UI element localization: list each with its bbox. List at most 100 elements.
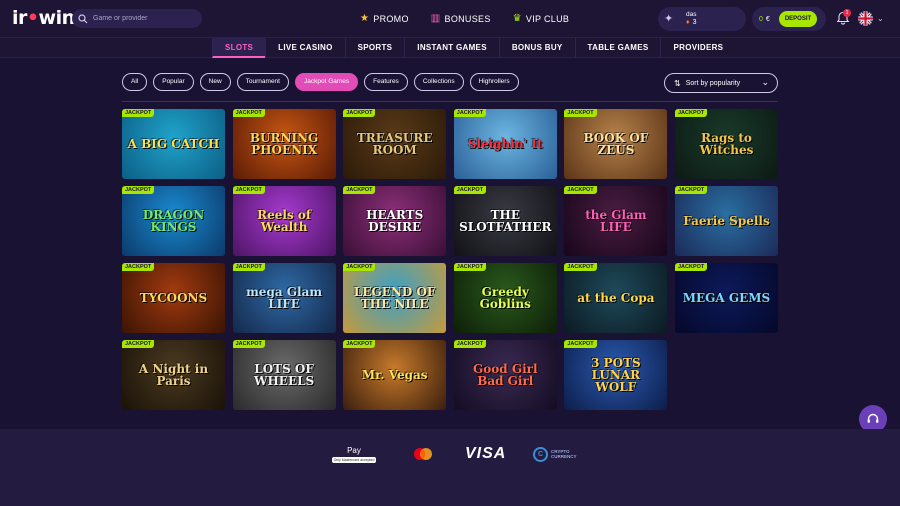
jackpot-badge: JACKPOT <box>564 186 597 194</box>
tab-slots[interactable]: SLOTS <box>212 38 266 58</box>
uk-flag-icon[interactable] <box>858 11 873 26</box>
game-title: A Night in Paris <box>138 362 209 388</box>
game-tile[interactable]: JACKPOT LEGEND OF THE NILE <box>343 263 447 333</box>
game-tile[interactable]: JACKPOT BURNING PHOENIX <box>232 109 336 179</box>
user-level: 3 <box>692 19 697 26</box>
jackpot-badge: JACKPOT <box>232 340 265 348</box>
chevron-down-icon: ⌄ <box>761 77 769 87</box>
search-box[interactable] <box>72 9 202 28</box>
category-nav: SLOTS LIVE CASINO SPORTS INSTANT GAMES B… <box>0 37 900 58</box>
game-tile[interactable]: JACKPOT A BIG CATCH <box>122 109 225 179</box>
jackpot-badge: JACKPOT <box>674 263 708 271</box>
game-tile[interactable]: JACKPOT Sleighin' It <box>453 109 557 179</box>
jackpot-badge: JACKPOT <box>564 109 597 117</box>
game-tile[interactable]: JACKPOT MEGA GEMS <box>674 263 778 333</box>
jackpot-badge: JACKPOT <box>232 186 265 194</box>
game-tile[interactable]: JACKPOT Greedy Goblins <box>453 263 557 333</box>
tab-providers[interactable]: PROVIDERS <box>660 38 735 58</box>
currency: € <box>765 15 770 23</box>
game-title: MEGA GEMS <box>682 291 771 305</box>
game-tile[interactable]: JACKPOT TYCOONS <box>122 263 225 333</box>
apple-pay-label: Pay <box>347 445 361 455</box>
jackpot-badge: JACKPOT <box>674 186 708 194</box>
headset-icon <box>867 413 879 423</box>
footer: Pay Only Mastercard accepted VISA C CRYP… <box>0 429 900 506</box>
tab-sports[interactable]: SPORTS <box>344 38 405 58</box>
nav-promo[interactable]: ★ PROMO <box>360 13 409 24</box>
game-title: 3 POTS LUNAR WOLF <box>591 356 641 394</box>
crypto-label-2: CURRENCY <box>551 454 577 459</box>
game-title: HEARTS DESIRE <box>366 208 424 234</box>
logo[interactable]: ir•win <box>12 7 75 29</box>
tab-table-games[interactable]: TABLE GAMES <box>574 38 661 58</box>
game-title: mega Glam LIFE <box>246 285 323 311</box>
game-title: Good Girl Bad Girl <box>473 362 538 388</box>
filter-new[interactable]: New <box>199 73 231 91</box>
chevron-down-icon[interactable]: ⌄ <box>877 14 884 23</box>
game-tile[interactable]: JACKPOT TREASURE ROOM <box>343 109 447 179</box>
game-tile[interactable]: JACKPOT Good Girl Bad Girl <box>453 340 557 410</box>
filter-features[interactable]: Features <box>364 73 408 91</box>
game-title: Reels of Wealth <box>257 208 312 234</box>
game-tile[interactable]: JACKPOT Reels of Wealth <box>232 186 336 256</box>
game-title: Mr. Vegas <box>361 368 428 382</box>
filter-tournament[interactable]: Tournament <box>236 73 289 91</box>
gift-icon: ▥ <box>430 13 441 24</box>
game-tile[interactable]: JACKPOT Faerie Spells <box>674 186 778 256</box>
tab-bonus-buy[interactable]: BONUS BUY <box>498 38 575 58</box>
nav-promo-label: PROMO <box>373 13 409 24</box>
tab-live-casino[interactable]: LIVE CASINO <box>265 38 344 58</box>
jackpot-badge: JACKPOT <box>564 340 597 348</box>
jackpot-badge: JACKPOT <box>674 109 708 117</box>
star-icon: ★ <box>360 13 370 24</box>
notification-badge: 1 <box>843 9 851 17</box>
game-tile[interactable]: JACKPOT 3 POTS LUNAR WOLF <box>564 340 668 410</box>
nav-vip-label: VIP CLUB <box>525 13 570 24</box>
filter-all[interactable]: All <box>122 73 148 91</box>
search-input[interactable] <box>93 15 193 22</box>
game-tile[interactable]: JACKPOT LOTS OF WHEELS <box>232 340 336 410</box>
mastercard-logo <box>412 442 434 466</box>
tab-instant-games[interactable]: INSTANT GAMES <box>404 38 499 58</box>
game-tile[interactable]: JACKPOT the Glam LIFE <box>564 186 668 256</box>
jackpot-badge: JACKPOT <box>122 263 155 271</box>
game-tile[interactable]: JACKPOT at the Copa <box>564 263 668 333</box>
game-title: THE SLOTFATHER <box>459 208 552 234</box>
filter-chips: All Popular New Tournament Jackpot Games… <box>122 73 519 91</box>
crown-icon: ♛ <box>512 13 522 24</box>
jackpot-badge: JACKPOT <box>453 263 487 271</box>
game-title: TYCOONS <box>139 291 208 305</box>
crypto-coin-icon: C <box>533 446 548 462</box>
game-title: Sleighin' It <box>467 137 543 151</box>
top-nav: ★ PROMO ▥ BONUSES ♛ VIP CLUB <box>360 0 569 37</box>
game-tile[interactable]: JACKPOT mega Glam LIFE <box>232 263 336 333</box>
filter-popular[interactable]: Popular <box>153 73 194 91</box>
jackpot-badge: JACKPOT <box>232 263 265 271</box>
crypto-currency-logo: C CRYPTO CURRENCY <box>533 442 577 466</box>
filter-jackpot-games[interactable]: Jackpot Games <box>294 73 359 91</box>
game-tile[interactable]: JACKPOT THE SLOTFATHER <box>453 186 557 256</box>
sort-icon: ⇅ <box>674 78 681 88</box>
nav-vip-club[interactable]: ♛ VIP CLUB <box>513 13 570 24</box>
game-tile[interactable]: JACKPOT A Night in Paris <box>122 340 225 410</box>
game-grid: JACKPOT A BIG CATCH JACKPOT BURNING PHOENIX… <box>122 109 778 410</box>
deposit-button[interactable]: DEPOSIT <box>778 11 818 27</box>
balance: 0 <box>759 15 763 23</box>
visa-logo: VISA <box>465 445 507 462</box>
game-tile[interactable]: JACKPOT DRAGON KINGS <box>122 186 225 256</box>
apple-pay-note: Only Mastercard accepted <box>331 456 377 463</box>
game-tile[interactable]: JACKPOT HEARTS DESIRE <box>343 186 447 256</box>
divider <box>122 101 778 102</box>
sort-dropdown[interactable]: ⇅ Sort by popularity ⌄ <box>664 73 778 93</box>
filter-collections[interactable]: Collections <box>413 73 464 91</box>
game-tile[interactable]: JACKPOT Mr. Vegas <box>343 340 447 410</box>
game-tile[interactable]: JACKPOT Rags to Witches <box>674 109 778 179</box>
user-profile[interactable]: ✦ das ♦ 3 <box>658 7 746 31</box>
jackpot-badge: JACKPOT <box>122 186 155 194</box>
wallet: 0 € DEPOSIT <box>752 7 826 31</box>
game-tile[interactable]: JACKPOT BOOK OF ZEUS <box>564 109 668 179</box>
game-title: DRAGON KINGS <box>142 208 205 234</box>
nav-bonuses[interactable]: ▥ BONUSES <box>431 13 491 24</box>
filter-highrollers[interactable]: Highrollers <box>469 73 519 91</box>
game-title: Rags to Witches <box>699 131 754 157</box>
